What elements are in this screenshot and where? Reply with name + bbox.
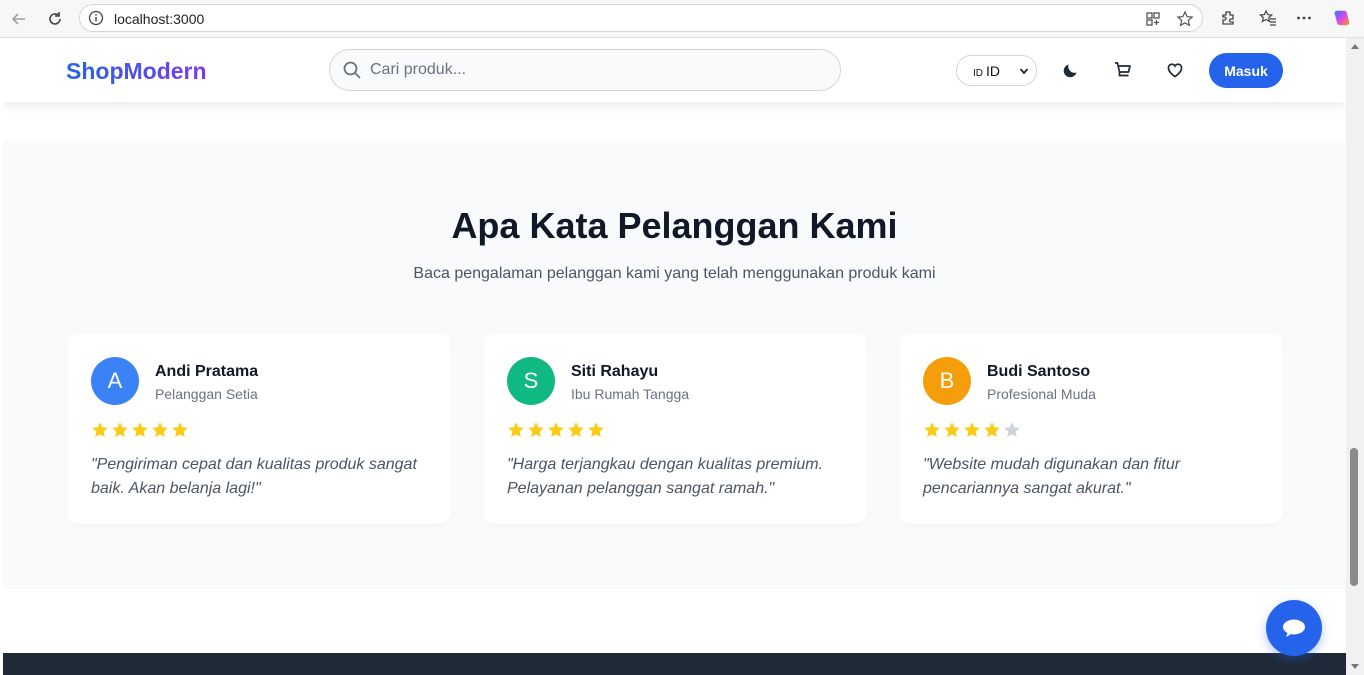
dark-mode-toggle[interactable] xyxy=(1059,58,1083,82)
search-icon xyxy=(343,61,361,79)
star-filled-icon xyxy=(924,422,940,437)
language-select[interactable]: ID ID xyxy=(956,55,1037,86)
page-scrollbar[interactable] xyxy=(1346,38,1364,675)
wishlist-button[interactable] xyxy=(1163,58,1187,82)
language-flag: ID xyxy=(973,68,983,79)
star-filled-icon xyxy=(528,422,544,437)
login-button[interactable]: Masuk xyxy=(1209,53,1283,88)
favorites-icon[interactable] xyxy=(1258,8,1278,28)
more-options-icon[interactable] xyxy=(1294,8,1314,28)
avatar: B xyxy=(923,357,971,405)
footer xyxy=(3,653,1346,675)
address-bar[interactable]: localhost:3000 xyxy=(79,4,1203,32)
star-filled-icon xyxy=(548,422,564,437)
star-filled-icon xyxy=(152,422,168,437)
section-title: Apa Kata Pelanggan Kami xyxy=(451,205,898,246)
url-text: localhost:3000 xyxy=(114,11,205,27)
testimonial-quote: "Harga terjangkau dengan kualitas premiu… xyxy=(507,456,824,497)
chevron-down-icon xyxy=(1019,68,1029,75)
back-button[interactable] xyxy=(7,7,31,31)
cart-icon xyxy=(1115,62,1131,77)
chat-button[interactable] xyxy=(1266,600,1322,656)
testimonial-quote: "Website mudah digunakan dan fitur penca… xyxy=(923,456,1181,497)
customer-role: Ibu Rumah Tangga xyxy=(571,386,690,402)
customer-name: Budi Santoso xyxy=(987,363,1091,380)
testimonial-quote: "Pengiriman cepat dan kualitas produk sa… xyxy=(91,456,417,497)
customer-name: Andi Pratama xyxy=(155,363,259,380)
star-rating xyxy=(91,421,189,439)
heart-icon xyxy=(1167,63,1183,78)
cart-button[interactable] xyxy=(1111,58,1135,82)
star-filled-icon xyxy=(92,422,108,437)
favorite-star-icon[interactable] xyxy=(1176,10,1194,28)
reload-button[interactable] xyxy=(43,7,67,31)
extensions-icon[interactable] xyxy=(1218,8,1238,28)
language-code: ID xyxy=(986,63,1000,79)
search-box[interactable] xyxy=(329,49,841,91)
section-subtitle: Baca pengalaman pelanggan kami yang tela… xyxy=(413,265,936,282)
chat-icon xyxy=(1283,619,1305,637)
star-filled-icon xyxy=(508,422,524,437)
avatar: A xyxy=(91,357,139,405)
testimonial-card: S Siti Rahayu Ibu Rumah Tangga "Harga te… xyxy=(483,333,867,524)
info-icon[interactable] xyxy=(88,10,104,26)
page-viewport: Apa Kata Pelanggan Kami Baca pengalaman … xyxy=(3,38,1346,675)
star-filled-icon xyxy=(172,422,188,437)
browser-toolbar: localhost:3000 xyxy=(0,0,1364,38)
testimonial-card: B Budi Santoso Profesional Muda "Website… xyxy=(899,333,1283,524)
star-rating xyxy=(507,421,605,439)
scroll-down-arrow[interactable] xyxy=(1351,664,1359,669)
testimonials-section: Apa Kata Pelanggan Kami Baca pengalaman … xyxy=(3,141,1346,589)
star-filled-icon xyxy=(984,422,1000,437)
site-header: ShopModern IDID Masuk xyxy=(3,38,1346,102)
star-filled-icon xyxy=(944,422,960,437)
scroll-up-arrow[interactable] xyxy=(1351,44,1359,49)
star-rating xyxy=(923,421,1021,439)
star-filled-icon xyxy=(588,422,604,437)
testimonial-card: A Andi Pratama Pelanggan Setia "Pengirim… xyxy=(67,333,451,524)
star-empty-icon xyxy=(1004,422,1020,437)
star-filled-icon xyxy=(964,422,980,437)
copilot-icon[interactable] xyxy=(1332,8,1352,28)
app-grid-icon[interactable] xyxy=(1144,10,1162,28)
search-input[interactable] xyxy=(370,50,830,90)
scroll-thumb[interactable] xyxy=(1350,448,1358,586)
logo[interactable]: ShopModern xyxy=(66,58,207,85)
star-filled-icon xyxy=(568,422,584,437)
customer-role: Pelanggan Setia xyxy=(155,386,258,402)
avatar: S xyxy=(507,357,555,405)
moon-icon xyxy=(1063,64,1077,78)
customer-name: Siti Rahayu xyxy=(571,363,659,380)
star-filled-icon xyxy=(132,422,148,437)
star-filled-icon xyxy=(112,422,128,437)
customer-role: Profesional Muda xyxy=(987,386,1096,402)
